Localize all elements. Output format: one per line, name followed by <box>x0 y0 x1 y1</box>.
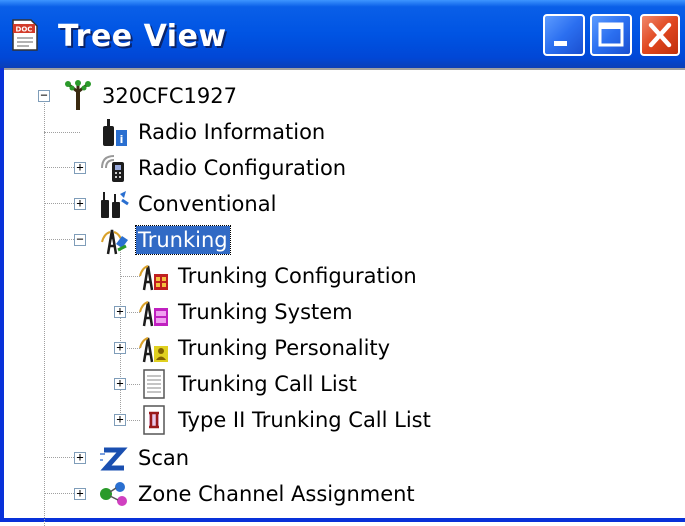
tree-node-label: Conventional <box>138 192 277 216</box>
tree-view-window: DOC Tree View − 320CFC1927 i Radio Infor… <box>0 0 685 526</box>
expand-toggle[interactable]: + <box>114 413 126 426</box>
conventional-icon <box>101 191 129 218</box>
radio-info-icon: i <box>103 119 127 146</box>
tree-node-label: Scan <box>138 446 190 470</box>
title-bar[interactable]: DOC Tree View <box>0 0 685 68</box>
doc-icon[interactable]: DOC <box>10 18 40 52</box>
tree-view[interactable]: − 320CFC1927 i Radio Information + Radio… <box>4 68 685 526</box>
tree-node-zone-channel-assignment[interactable]: Zone Channel Assignment <box>98 477 417 511</box>
tree-node-radio-information[interactable]: i Radio Information <box>98 115 327 149</box>
tree-node-label: Zone Channel Assignment <box>138 482 415 506</box>
collapse-toggle[interactable]: − <box>38 89 50 102</box>
call-list-icon <box>143 369 165 399</box>
zone-channel-icon <box>100 482 127 506</box>
svg-text:DOC: DOC <box>16 26 33 34</box>
close-button[interactable] <box>640 14 680 56</box>
tree-node-trunking-call-list[interactable]: Trunking Call List <box>138 367 359 401</box>
tree-node-conventional[interactable]: Conventional <box>98 187 278 221</box>
tree-node-label: 320CFC1927 <box>102 84 237 108</box>
tree-node-scan[interactable]: Scan <box>98 441 191 475</box>
trunking-icon <box>101 229 128 255</box>
scan-icon <box>100 447 128 471</box>
close-icon <box>648 22 672 48</box>
tree-node-label: Trunking System <box>178 300 353 324</box>
expand-toggle[interactable]: + <box>114 341 126 354</box>
expand-toggle[interactable]: + <box>114 377 126 390</box>
svg-text:i: i <box>120 133 124 146</box>
radio-tree-icon <box>65 80 91 110</box>
tree-node-label: Radio Configuration <box>138 156 347 180</box>
tree-node-trunking[interactable]: Trunking <box>98 223 231 257</box>
window-title: Tree View <box>58 19 227 54</box>
trunking-system-icon <box>139 301 168 327</box>
tree-node-label: Trunking Call List <box>178 372 357 396</box>
minimize-button[interactable] <box>543 14 585 56</box>
minimize-icon <box>554 41 567 46</box>
tree-line <box>120 248 121 423</box>
trunking-personality-icon <box>139 337 168 363</box>
tree-node-trunking-configuration[interactable]: Trunking Configuration <box>138 259 419 293</box>
type2-call-list-icon <box>143 405 165 435</box>
tree-node-label: Type II Trunking Call List <box>178 408 431 432</box>
tree-node-label: Trunking Personality <box>178 336 391 360</box>
maximize-button[interactable] <box>590 14 632 56</box>
trunking-config-icon <box>139 265 168 291</box>
expand-toggle[interactable]: + <box>74 197 86 210</box>
tree-line <box>44 132 80 133</box>
tree-node-type-ii-trunking-call-list[interactable]: Type II Trunking Call List <box>138 403 433 437</box>
maximize-icon <box>598 22 624 47</box>
tree-node-radio-configuration[interactable]: Radio Configuration <box>98 151 348 185</box>
tree-line <box>44 101 45 526</box>
tree-node-root[interactable]: 320CFC1927 <box>62 79 239 113</box>
expand-toggle[interactable]: + <box>74 161 86 174</box>
tree-node-trunking-system[interactable]: Trunking System <box>138 295 355 329</box>
tree-node-trunking-personality[interactable]: Trunking Personality <box>138 331 392 365</box>
expand-toggle[interactable]: + <box>74 451 86 464</box>
tree-node-label: Trunking Configuration <box>178 264 417 288</box>
expand-toggle[interactable]: + <box>114 305 126 318</box>
collapse-toggle[interactable]: − <box>74 233 86 246</box>
expand-toggle[interactable]: + <box>74 487 86 500</box>
tree-line <box>120 276 140 277</box>
tree-node-label: Radio Information <box>138 120 326 144</box>
tree-node-label: Trunking <box>135 225 231 255</box>
radio-config-icon <box>101 155 124 182</box>
